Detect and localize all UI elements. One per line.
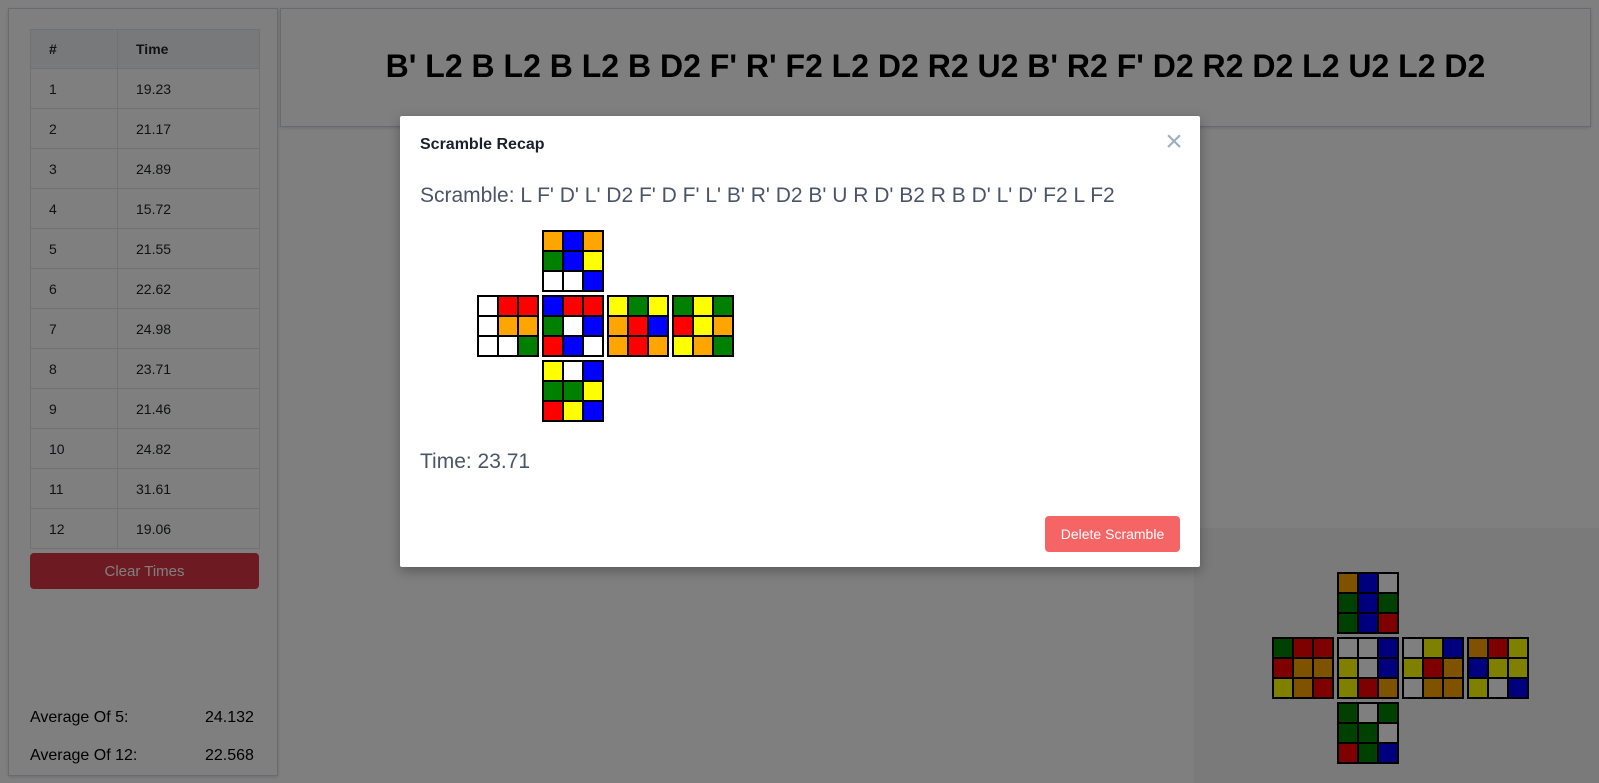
cube-face-U bbox=[542, 230, 604, 292]
sticker bbox=[713, 336, 733, 356]
sticker bbox=[648, 336, 668, 356]
sticker bbox=[518, 296, 538, 316]
sticker bbox=[608, 296, 628, 316]
sticker bbox=[543, 336, 563, 356]
close-icon[interactable]: × bbox=[1162, 127, 1186, 157]
sticker bbox=[518, 336, 538, 356]
sticker bbox=[583, 401, 603, 421]
recap-scramble-text: Scramble: L F' D' L' D2 F' D F' L' B' R'… bbox=[420, 184, 1115, 207]
cube-face-B bbox=[672, 295, 734, 357]
sticker bbox=[543, 361, 563, 381]
recap-cube-net bbox=[477, 230, 737, 425]
sticker bbox=[478, 316, 498, 336]
sticker bbox=[583, 271, 603, 291]
cube-face-F bbox=[542, 295, 604, 357]
sticker bbox=[563, 251, 583, 271]
sticker bbox=[713, 316, 733, 336]
sticker bbox=[583, 381, 603, 401]
cube-face-L bbox=[477, 295, 539, 357]
recap-time-text: Time: 23.71 bbox=[420, 450, 531, 473]
sticker bbox=[563, 401, 583, 421]
sticker bbox=[583, 296, 603, 316]
sticker bbox=[563, 231, 583, 251]
sticker bbox=[563, 316, 583, 336]
sticker bbox=[498, 296, 518, 316]
sticker bbox=[498, 336, 518, 356]
sticker bbox=[583, 361, 603, 381]
sticker bbox=[693, 336, 713, 356]
sticker bbox=[693, 316, 713, 336]
scramble-recap-modal: Scramble Recap × Scramble: L F' D' L' D2… bbox=[400, 116, 1200, 567]
sticker bbox=[543, 296, 563, 316]
sticker bbox=[583, 251, 603, 271]
sticker bbox=[673, 296, 693, 316]
sticker bbox=[628, 316, 648, 336]
sticker bbox=[628, 336, 648, 356]
sticker bbox=[673, 336, 693, 356]
sticker bbox=[628, 296, 648, 316]
sticker bbox=[648, 316, 668, 336]
sticker bbox=[478, 296, 498, 316]
sticker bbox=[543, 251, 563, 271]
sticker bbox=[583, 316, 603, 336]
sticker bbox=[563, 381, 583, 401]
sticker bbox=[563, 271, 583, 291]
sticker bbox=[543, 401, 563, 421]
sticker bbox=[478, 336, 498, 356]
sticker bbox=[543, 316, 563, 336]
sticker bbox=[693, 296, 713, 316]
sticker bbox=[563, 361, 583, 381]
sticker bbox=[498, 316, 518, 336]
modal-title: Scramble Recap bbox=[420, 136, 545, 153]
sticker bbox=[648, 296, 668, 316]
sticker bbox=[608, 316, 628, 336]
sticker bbox=[518, 316, 538, 336]
cube-face-R bbox=[607, 295, 669, 357]
sticker bbox=[583, 336, 603, 356]
sticker bbox=[543, 231, 563, 251]
sticker bbox=[583, 231, 603, 251]
sticker bbox=[543, 271, 563, 291]
sticker bbox=[673, 316, 693, 336]
sticker bbox=[563, 336, 583, 356]
sticker bbox=[563, 296, 583, 316]
cube-face-D bbox=[542, 360, 604, 422]
delete-scramble-button[interactable]: Delete Scramble bbox=[1045, 516, 1180, 552]
sticker bbox=[713, 296, 733, 316]
sticker bbox=[543, 381, 563, 401]
sticker bbox=[608, 336, 628, 356]
